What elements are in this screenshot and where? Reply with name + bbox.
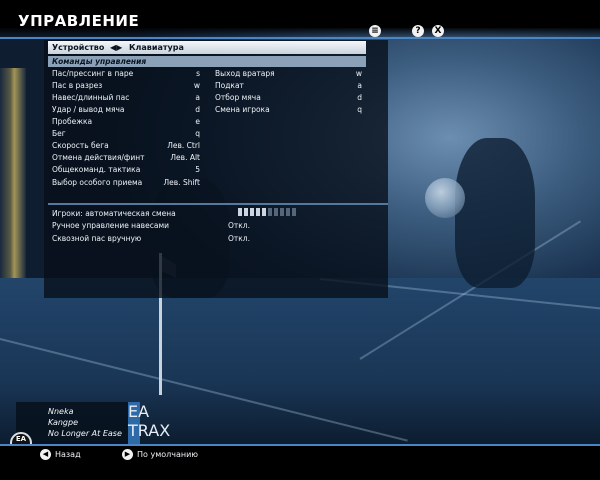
defaults-label: По умолчанию — [137, 450, 199, 459]
slider-segment — [250, 208, 254, 216]
slider-segment — [268, 208, 272, 216]
ball-image — [425, 178, 465, 218]
defaults-button[interactable]: ▶ По умолчанию — [122, 449, 198, 461]
close-icon[interactable]: X — [432, 25, 444, 37]
forward-arrow-icon: ▶ — [122, 449, 133, 460]
setting-auto-switch[interactable]: Игроки: автоматическая смена — [52, 208, 176, 220]
control-row[interactable]: Пас в разрез — [52, 80, 102, 92]
device-selector[interactable]: Устройство ◀▶ Клавиатура — [48, 41, 366, 54]
section-header: Команды управления — [48, 56, 366, 67]
page-title: УПРАВЛЕНИЕ — [18, 12, 140, 30]
control-row[interactable]: Отмена действия/финт — [52, 152, 145, 164]
track-title: Nneka — [48, 407, 74, 416]
slider-segment — [244, 208, 248, 216]
device-value: Клавиатура — [129, 43, 184, 52]
control-key[interactable]: d — [330, 92, 362, 104]
now-playing-box: Nneka Kangpe No Longer At Ease — [16, 402, 140, 444]
control-label: Удар / вывод мяча — [52, 105, 125, 114]
slider-segment — [292, 208, 296, 216]
control-label: Скорость бега — [52, 141, 109, 150]
setting-manual-through-pass-value[interactable]: Откл. — [228, 233, 250, 245]
control-label: Общекоманд. тактика — [52, 165, 141, 174]
control-label: Навес/длинный пас — [52, 93, 130, 102]
control-row[interactable]: Скорость бега — [52, 140, 109, 152]
control-row[interactable]: Смена игрока — [215, 104, 270, 116]
slider-segment — [274, 208, 278, 216]
control-label: Пробежка — [52, 117, 93, 126]
control-row[interactable]: Бег — [52, 128, 66, 140]
control-key[interactable]: w — [330, 68, 362, 80]
slider-segment — [238, 208, 242, 216]
control-key[interactable]: a — [330, 80, 362, 92]
back-label: Назад — [55, 450, 81, 459]
control-row[interactable]: Пас/прессинг в паре — [52, 68, 133, 80]
slider-segment — [286, 208, 290, 216]
track-album: No Longer At Ease — [48, 429, 122, 438]
setting-manual-through-pass[interactable]: Сквозной пас вручную — [52, 233, 141, 245]
control-row[interactable]: Удар / вывод мяча — [52, 104, 125, 116]
track-artist: Kangpe — [48, 418, 79, 427]
slider-segment — [280, 208, 284, 216]
control-label: Пас в разрез — [52, 81, 103, 90]
control-label: Отбор мяча — [215, 93, 261, 102]
setting-manual-cross-value[interactable]: Откл. — [228, 220, 250, 232]
control-label: Пас/прессинг в паре — [52, 69, 134, 78]
control-row[interactable]: Выход вратаря — [215, 68, 275, 80]
control-key[interactable]: Лев. Shift — [144, 177, 201, 189]
back-arrow-icon: ◀ — [40, 449, 51, 460]
control-key[interactable]: q — [152, 128, 200, 140]
ea-trax-tag: EA TRAX — [128, 402, 170, 444]
control-key[interactable]: q — [330, 104, 362, 116]
device-label: Устройство — [52, 43, 105, 52]
setting-manual-cross[interactable]: Ручное управление навесами — [52, 220, 169, 232]
slider-segment — [262, 208, 266, 216]
control-key[interactable]: s — [152, 68, 200, 80]
arrows-icon[interactable]: ◀▶ — [110, 41, 122, 54]
control-label: Подкат — [215, 81, 244, 90]
control-label: Выход вратаря — [215, 69, 275, 78]
control-row[interactable]: Общекоманд. тактика — [52, 164, 140, 176]
section-divider — [48, 203, 388, 205]
control-row[interactable]: Навес/длинный пас — [52, 92, 129, 104]
control-key[interactable]: w — [152, 80, 200, 92]
control-key[interactable]: a — [152, 92, 200, 104]
back-button[interactable]: ◀ Назад — [40, 449, 81, 461]
control-row[interactable]: Пробежка — [52, 116, 92, 128]
slider-segment — [256, 208, 260, 216]
control-key[interactable]: Лев. Alt — [148, 152, 200, 164]
footer — [0, 446, 600, 480]
header-divider — [0, 37, 600, 39]
control-key[interactable]: e — [152, 116, 200, 128]
control-key[interactable]: d — [152, 104, 200, 116]
control-key[interactable]: 5 — [152, 164, 200, 176]
control-label: Бег — [52, 129, 66, 138]
control-label: Смена игрока — [215, 105, 270, 114]
help-icon[interactable]: ? — [412, 25, 424, 37]
control-row[interactable]: Выбор особого приема — [52, 177, 142, 189]
control-key[interactable]: Лев. Ctrl — [148, 140, 200, 152]
control-label: Выбор особого приема — [52, 178, 143, 187]
control-row[interactable]: Отбор мяча — [215, 92, 261, 104]
control-label: Отмена действия/финт — [52, 153, 145, 162]
menu-icon[interactable]: ≡ — [369, 25, 381, 37]
player-silhouette — [455, 138, 535, 288]
control-row[interactable]: Подкат — [215, 80, 244, 92]
top-bar: УПРАВЛЕНИЕ ≡ ? X — [0, 0, 600, 39]
